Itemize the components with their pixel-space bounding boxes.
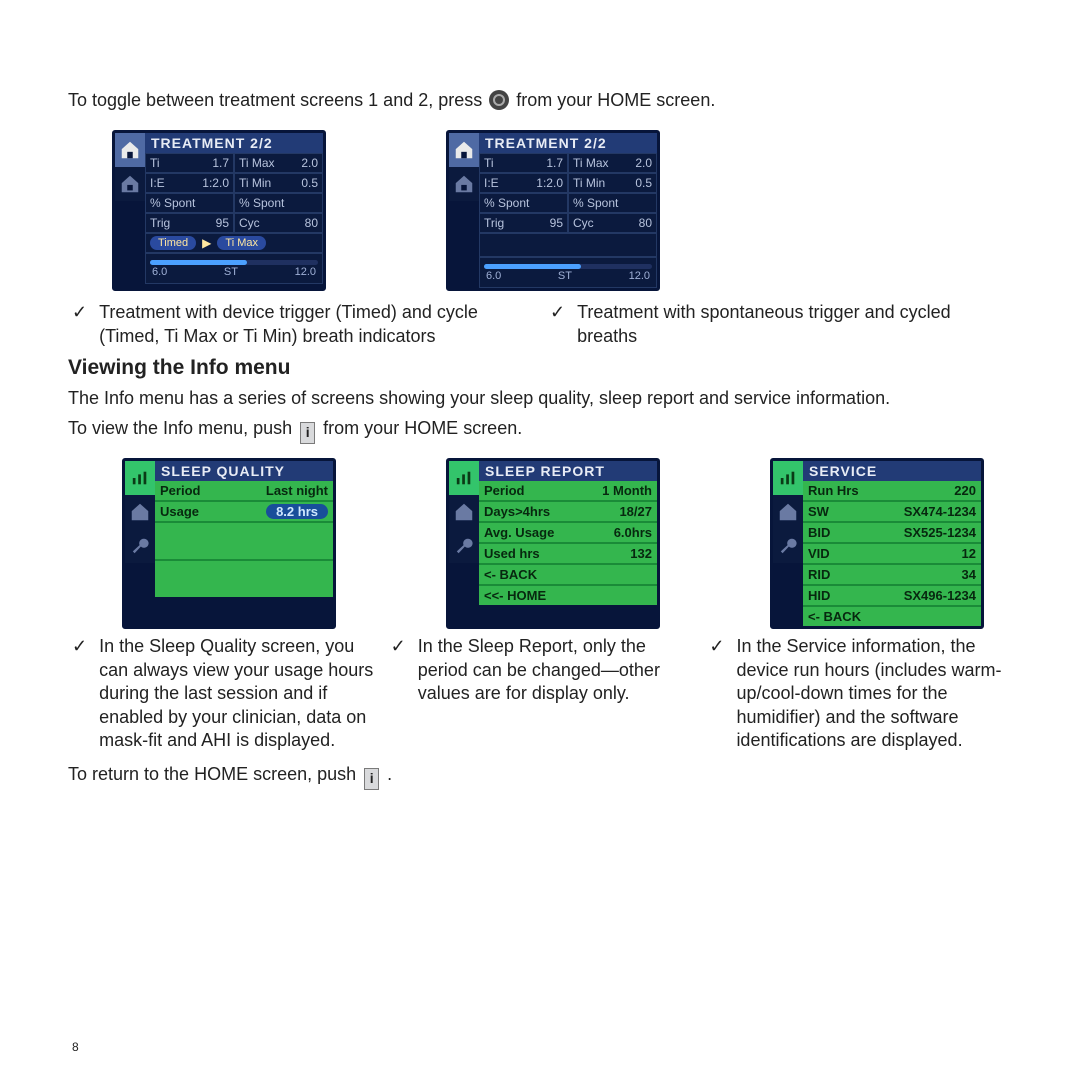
lock-tab-icon: [449, 495, 479, 529]
chart-tab-icon: [773, 461, 803, 495]
toggle-instruction: To toggle between treatment screens 1 an…: [68, 88, 1012, 112]
lock-tab-icon: [115, 167, 145, 201]
wrench-tab-icon: [773, 529, 803, 563]
info-push-instruction: To view the Info menu, push i from your …: [68, 416, 1012, 444]
info-menu-heading: Viewing the Info menu: [68, 356, 1012, 380]
check-icon: ✓: [72, 301, 89, 324]
chevron-right-icon: ▶: [202, 236, 211, 250]
timed-badge: Timed: [150, 236, 196, 250]
check-icon: ✓: [709, 635, 726, 658]
usage-pill: 8.2 hrs: [266, 504, 328, 519]
home-tab-icon: [115, 133, 145, 167]
page-number: 8: [72, 1040, 79, 1054]
service-screen: SERVICE Run Hrs220 SWSX474-1234 BIDSX525…: [770, 458, 984, 629]
dial-button-icon: [489, 90, 509, 110]
panel-title: TREATMENT 2/2: [479, 133, 657, 153]
home-link[interactable]: <<- HOME: [484, 588, 546, 603]
sleep-quality-caption: ✓ In the Sleep Quality screen, you can a…: [72, 635, 375, 752]
ti-max-badge: Ti Max: [217, 236, 266, 250]
pressure-bar: [150, 260, 318, 265]
lock-tab-icon: [125, 495, 155, 529]
pressure-bar: [484, 264, 652, 269]
panel-title: TREATMENT 2/2: [145, 133, 323, 153]
treatment-screen-left: TREATMENT 2/2 Ti1.7 Ti Max2.0 I:E1:2.0 T…: [112, 130, 326, 291]
check-icon: ✓: [550, 301, 567, 324]
panel-title: SLEEP QUALITY: [155, 461, 333, 481]
wrench-tab-icon: [125, 529, 155, 563]
lock-tab-icon: [449, 167, 479, 201]
panel-title: SERVICE: [803, 461, 981, 481]
sleep-report-screen: SLEEP REPORT Period1 Month Days>4hrs18/2…: [446, 458, 660, 629]
breath-indicator-row-empty: [479, 233, 657, 257]
treatment-caption-left: ✓ Treatment with device trigger (Timed) …: [72, 301, 534, 348]
chart-tab-icon: [125, 461, 155, 495]
sleep-report-caption: ✓ In the Sleep Report, only the period c…: [391, 635, 694, 705]
check-icon: ✓: [391, 635, 408, 658]
chart-tab-icon: [449, 461, 479, 495]
panel-title: SLEEP REPORT: [479, 461, 657, 481]
back-link[interactable]: <- BACK: [808, 609, 861, 624]
check-icon: ✓: [72, 635, 89, 658]
sleep-quality-screen: SLEEP QUALITY PeriodLast night Usage8.2 …: [122, 458, 336, 629]
breath-indicator-row: Timed ▶ Ti Max: [145, 233, 323, 253]
back-link[interactable]: <- BACK: [484, 567, 537, 582]
lock-tab-icon: [773, 495, 803, 529]
return-instruction: To return to the HOME screen, push i .: [68, 762, 1012, 790]
info-button-icon: i: [300, 422, 315, 444]
home-tab-icon: [449, 133, 479, 167]
treatment-caption-right: ✓ Treatment with spontaneous trigger and…: [550, 301, 1012, 348]
wrench-tab-icon: [449, 529, 479, 563]
info-menu-description: The Info menu has a series of screens sh…: [68, 386, 1012, 410]
info-button-icon: i: [364, 768, 379, 790]
service-caption: ✓ In the Service information, the device…: [709, 635, 1012, 752]
treatment-screen-right: TREATMENT 2/2 Ti1.7 Ti Max2.0 I:E1:2.0 T…: [446, 130, 660, 291]
